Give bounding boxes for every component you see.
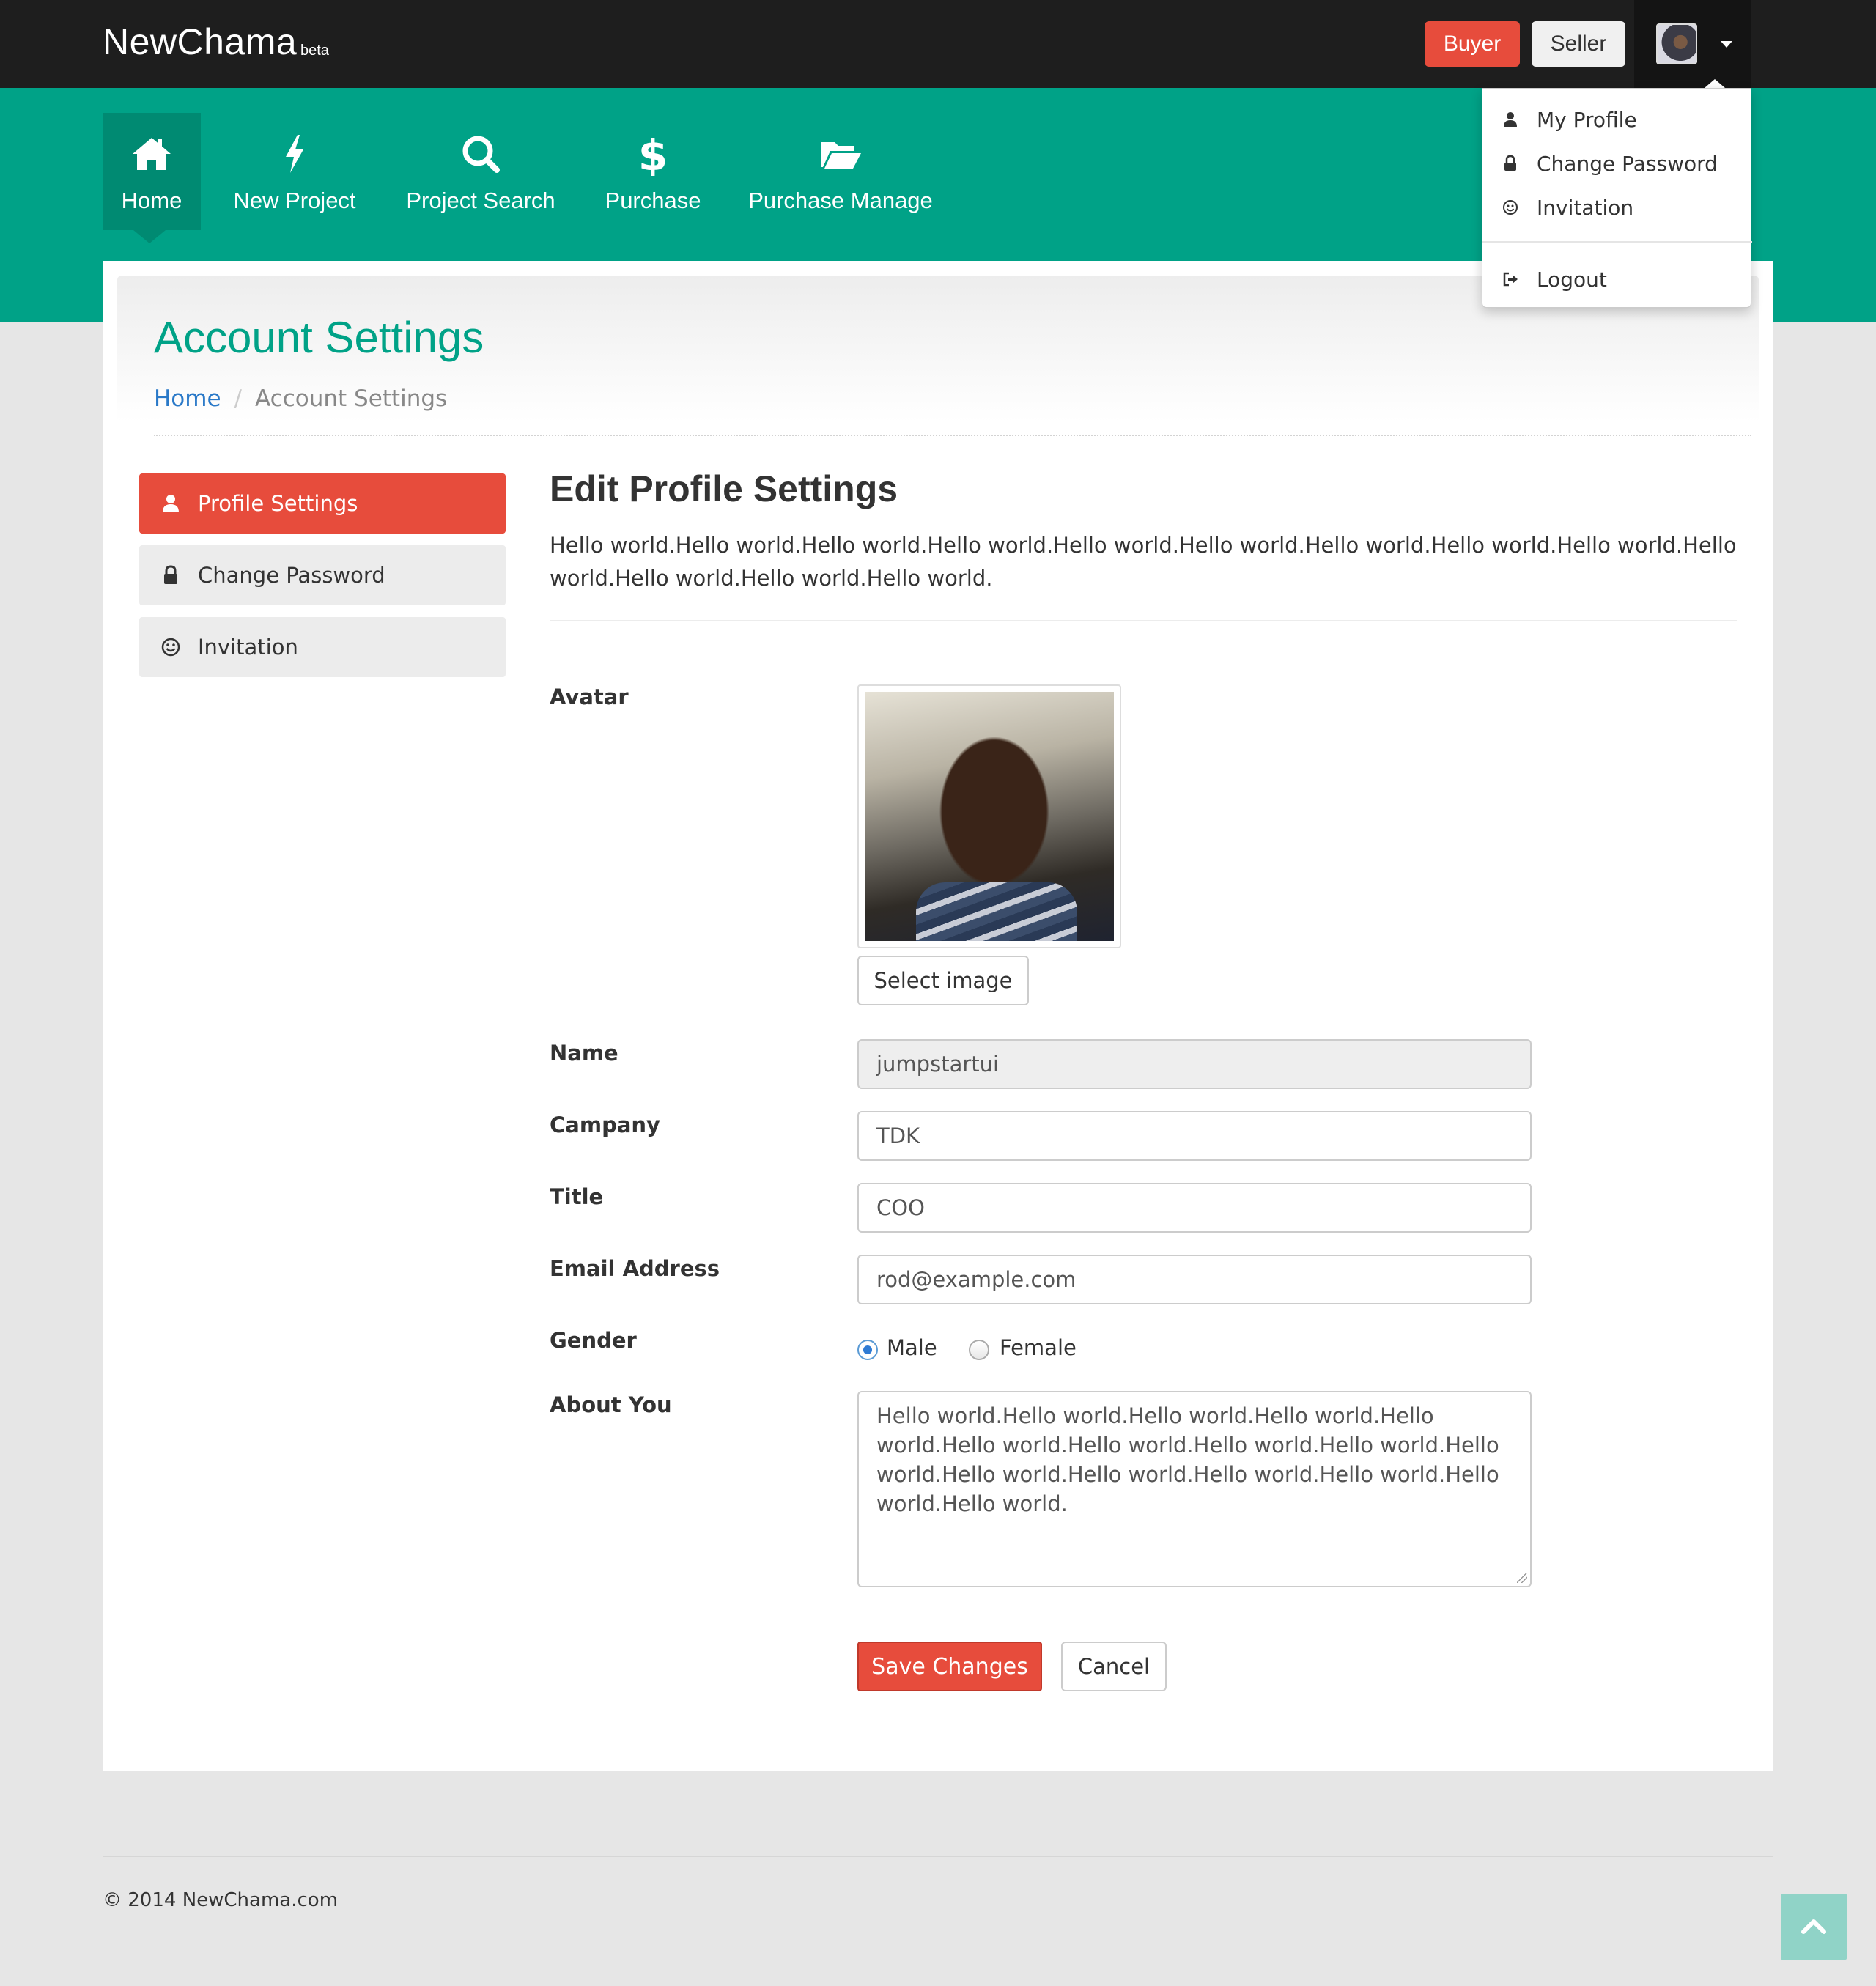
breadcrumb-separator: / bbox=[234, 385, 242, 412]
main-panel: Account Settings Home / Account Settings P… bbox=[103, 261, 1773, 1771]
sidebar-item-label: Change Password bbox=[198, 563, 385, 588]
content-divider bbox=[550, 620, 1737, 621]
smile-icon bbox=[1503, 200, 1518, 215]
dropdown-item-invitation[interactable]: Invitation bbox=[1482, 187, 1752, 228]
nav-item-new-project[interactable]: New Project bbox=[220, 113, 369, 230]
company-label: Campany bbox=[550, 1112, 660, 1137]
smile-icon bbox=[161, 638, 180, 657]
nav-label: Purchase bbox=[605, 188, 701, 213]
dropdown-item-my-profile[interactable]: My Profile bbox=[1482, 99, 1752, 140]
top-navbar: NewChama beta Buyer Seller bbox=[0, 0, 1876, 88]
user-icon bbox=[163, 495, 179, 512]
breadcrumb: Home / Account Settings bbox=[154, 385, 447, 412]
name-field[interactable]: jumpstartui bbox=[857, 1039, 1532, 1089]
nav-item-project-search[interactable]: Project Search bbox=[396, 113, 566, 230]
gender-female-label[interactable]: Female bbox=[1000, 1335, 1077, 1360]
page-title: Account Settings bbox=[154, 313, 484, 362]
sidebar-item-change-password[interactable]: Change Password bbox=[139, 545, 506, 605]
sidebar-item-invitation[interactable]: Invitation bbox=[139, 617, 506, 677]
email-label: Email Address bbox=[550, 1256, 720, 1281]
nav-label: Purchase Manage bbox=[748, 188, 933, 213]
title-field[interactable]: COO bbox=[857, 1183, 1532, 1233]
footer-divider bbox=[103, 1856, 1773, 1857]
select-image-button[interactable]: Select image bbox=[857, 956, 1029, 1005]
about-label: About You bbox=[550, 1392, 672, 1417]
breadcrumb-current: Account Settings bbox=[255, 385, 448, 412]
footer-copyright: © 2014 NewChama.com bbox=[103, 1889, 339, 1911]
section-description: Hello world.Hello world.Hello world.Hell… bbox=[550, 533, 1737, 591]
user-icon bbox=[1504, 112, 1517, 127]
breadcrumb-home-link[interactable]: Home bbox=[154, 385, 221, 412]
header-divider bbox=[154, 435, 1751, 436]
dropdown-item-label: Logout bbox=[1537, 267, 1607, 292]
dropdown-item-change-password[interactable]: Change Password bbox=[1482, 143, 1752, 184]
buyer-button[interactable]: Buyer bbox=[1425, 21, 1520, 67]
name-label: Name bbox=[550, 1041, 618, 1066]
avatar-label: Avatar bbox=[550, 684, 629, 709]
save-changes-button[interactable]: Save Changes bbox=[857, 1642, 1042, 1691]
dropdown-divider bbox=[1482, 241, 1752, 243]
avatar-shirt-detail bbox=[916, 882, 1077, 941]
dollar-icon: $ bbox=[638, 132, 668, 176]
dropdown-item-label: Change Password bbox=[1537, 151, 1718, 176]
brand-logo[interactable]: NewChama bbox=[103, 21, 297, 63]
caret-down-icon bbox=[1721, 41, 1732, 48]
gender-label: Gender bbox=[550, 1328, 637, 1353]
section-title: Edit Profile Settings bbox=[550, 468, 898, 509]
nav-label: Home bbox=[121, 188, 182, 213]
nav-label: New Project bbox=[233, 188, 356, 213]
beta-badge: beta bbox=[300, 43, 329, 59]
about-text: Hello world.Hello world.Hello world.Hell… bbox=[876, 1403, 1499, 1516]
avatar-preview bbox=[857, 684, 1121, 948]
chevron-up-icon bbox=[1801, 1919, 1826, 1934]
nav-item-purchase[interactable]: $ Purchase bbox=[598, 113, 708, 230]
dropdown-item-label: Invitation bbox=[1537, 195, 1634, 220]
dropdown-item-label: My Profile bbox=[1537, 107, 1637, 132]
nav-item-purchase-manage[interactable]: Purchase Manage bbox=[742, 113, 939, 230]
user-avatar bbox=[1656, 23, 1697, 64]
sidebar-item-label: Profile Settings bbox=[198, 491, 358, 516]
gender-male-label[interactable]: Male bbox=[887, 1335, 937, 1360]
lock-icon bbox=[164, 565, 177, 584]
email-field[interactable]: rod@example.com bbox=[857, 1255, 1532, 1304]
company-field[interactable]: TDK bbox=[857, 1111, 1532, 1161]
sidebar-item-profile-settings[interactable]: Profile Settings bbox=[139, 473, 506, 534]
avatar-image bbox=[865, 692, 1114, 941]
folder-open-icon bbox=[821, 142, 861, 169]
seller-button[interactable]: Seller bbox=[1532, 21, 1625, 67]
lock-icon bbox=[1504, 155, 1516, 171]
user-dropdown-menu: My Profile Change Password Invitation Lo… bbox=[1482, 88, 1752, 308]
back-to-top-button[interactable] bbox=[1781, 1894, 1847, 1960]
resize-grip-icon[interactable] bbox=[1517, 1573, 1527, 1583]
nav-item-home[interactable]: Home bbox=[103, 113, 201, 230]
about-textarea[interactable]: Hello world.Hello world.Hello world.Hell… bbox=[857, 1391, 1532, 1587]
cancel-button[interactable]: Cancel bbox=[1061, 1642, 1167, 1691]
search-icon bbox=[462, 136, 500, 173]
user-menu-toggle[interactable] bbox=[1634, 0, 1751, 88]
title-label: Title bbox=[550, 1184, 604, 1209]
dropdown-arrow bbox=[1705, 79, 1725, 88]
sign-out-icon bbox=[1503, 272, 1518, 287]
active-nav-pointer bbox=[133, 230, 166, 243]
sidebar-item-label: Invitation bbox=[198, 635, 298, 660]
gender-female-radio[interactable] bbox=[969, 1340, 989, 1360]
bolt-icon bbox=[286, 135, 303, 173]
svg-text:$: $ bbox=[638, 132, 668, 176]
nav-label: Project Search bbox=[406, 188, 555, 213]
gender-male-radio[interactable] bbox=[857, 1340, 878, 1360]
dropdown-item-logout[interactable]: Logout bbox=[1482, 259, 1752, 300]
home-icon bbox=[133, 138, 171, 170]
